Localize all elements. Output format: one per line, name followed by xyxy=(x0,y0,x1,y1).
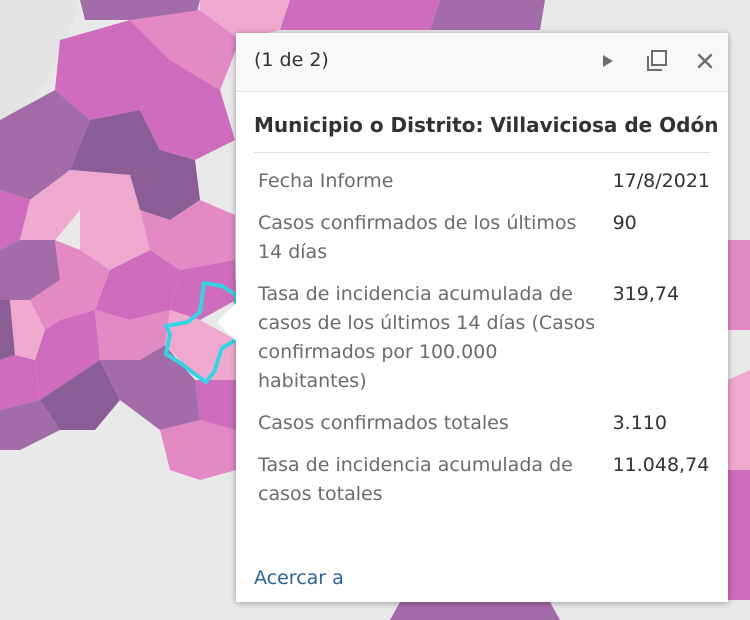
close-icon xyxy=(697,53,713,69)
dock-button[interactable] xyxy=(642,46,672,76)
zoom-to-link[interactable]: Acercar a xyxy=(254,567,344,589)
popup-feature-counter: (1 de 2) xyxy=(254,49,329,71)
map-region[interactable] xyxy=(728,240,750,330)
table-row: Fecha Informe 17/8/2021 xyxy=(254,167,710,209)
table-row: Casos confirmados totales 3.110 xyxy=(254,409,710,451)
field-value: 3.110 xyxy=(612,412,667,434)
field-name: Fecha Informe xyxy=(258,170,394,192)
field-value: 11.048,74 xyxy=(612,454,710,476)
field-name: Casos confirmados totales xyxy=(258,412,509,434)
table-row: Tasa de incidencia acumulada de casos to… xyxy=(254,451,710,522)
map-region[interactable] xyxy=(280,0,440,30)
field-name: Tasa de incidencia acumulada de casos de… xyxy=(258,283,596,392)
field-value: 90 xyxy=(612,212,637,234)
table-row: Tasa de incidencia acumulada de casos de… xyxy=(254,280,710,409)
popup-title: Municipio o Distrito: Villaviciosa de Od… xyxy=(254,113,719,137)
dock-window-icon xyxy=(647,50,667,71)
map-region[interactable] xyxy=(390,602,560,620)
field-name: Tasa de incidencia acumulada de casos to… xyxy=(258,454,573,505)
divider xyxy=(254,152,710,153)
map-region[interactable] xyxy=(728,370,750,470)
field-name: Casos confirmados de los últimos 14 días xyxy=(258,212,577,263)
map-region[interactable] xyxy=(728,470,750,600)
play-icon xyxy=(603,55,613,67)
popup-pointer xyxy=(217,302,237,342)
table-row: Casos confirmados de los últimos 14 días… xyxy=(254,209,710,280)
attributes-table: Fecha Informe 17/8/2021 Casos confirmado… xyxy=(254,167,710,522)
field-value: 17/8/2021 xyxy=(612,170,710,192)
next-feature-button[interactable] xyxy=(593,46,623,76)
close-button[interactable] xyxy=(690,46,720,76)
feature-popup: (1 de 2) Municipio o Distrito: Villavici… xyxy=(217,33,728,602)
popup-header: (1 de 2) xyxy=(236,33,728,92)
field-value: 319,74 xyxy=(612,283,680,305)
map-region[interactable] xyxy=(430,0,545,30)
